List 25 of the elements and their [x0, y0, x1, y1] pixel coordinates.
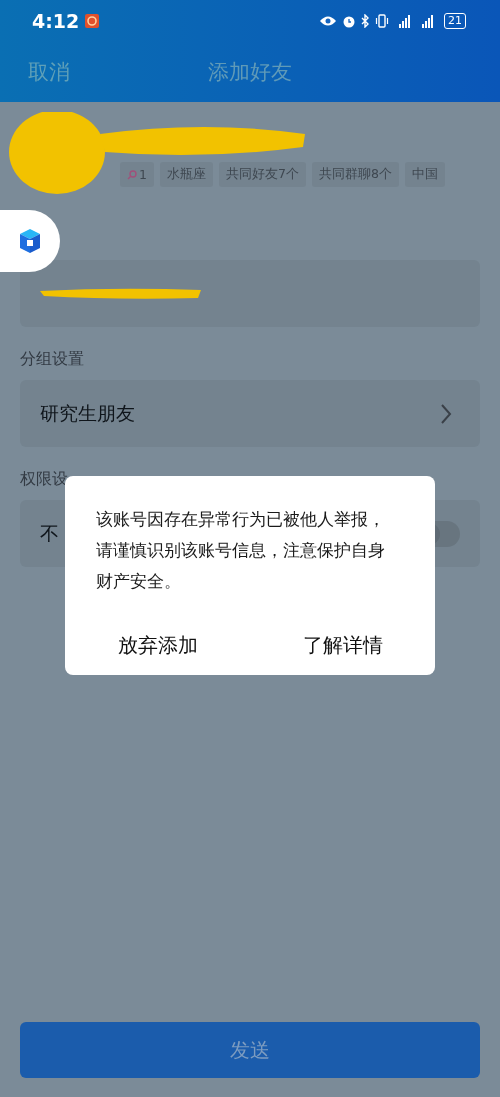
profile-tag: 中国	[404, 162, 445, 187]
cube-icon	[18, 228, 42, 254]
status-time: 4:12	[32, 10, 80, 32]
page-title: 添加好友	[208, 59, 292, 86]
profile-tag: 1	[120, 162, 154, 187]
section-label: 分组设置	[20, 349, 85, 370]
group-row[interactable]: 研究生朋友	[20, 380, 480, 447]
chevron-right-icon	[440, 402, 452, 425]
eye-icon	[319, 15, 337, 27]
permission-text: 不	[40, 520, 59, 546]
warning-message: 该账号因存在异常行为已被他人举报，请谨慎识别该账号信息，注意保护自身财产安全。	[96, 508, 386, 593]
section-label: 权限设	[20, 469, 69, 490]
profile-tag: 共同好友7个	[218, 162, 306, 187]
group-value: 研究生朋友	[40, 400, 135, 426]
app-notification-icon	[84, 13, 101, 29]
floating-widget[interactable]	[0, 210, 60, 272]
dialog-button[interactable]: 了解详情	[250, 615, 435, 675]
bluetooth-icon	[361, 14, 370, 28]
dialog-button[interactable]: 放弃添加	[65, 615, 250, 675]
search-icon	[127, 169, 137, 180]
profile-tag: 共同群聊8个	[311, 162, 399, 187]
profile-tag: 水瓶座	[159, 162, 213, 187]
alarm-icon	[342, 14, 356, 28]
vibrate-icon	[375, 14, 389, 28]
battery-level: 21	[444, 13, 466, 29]
